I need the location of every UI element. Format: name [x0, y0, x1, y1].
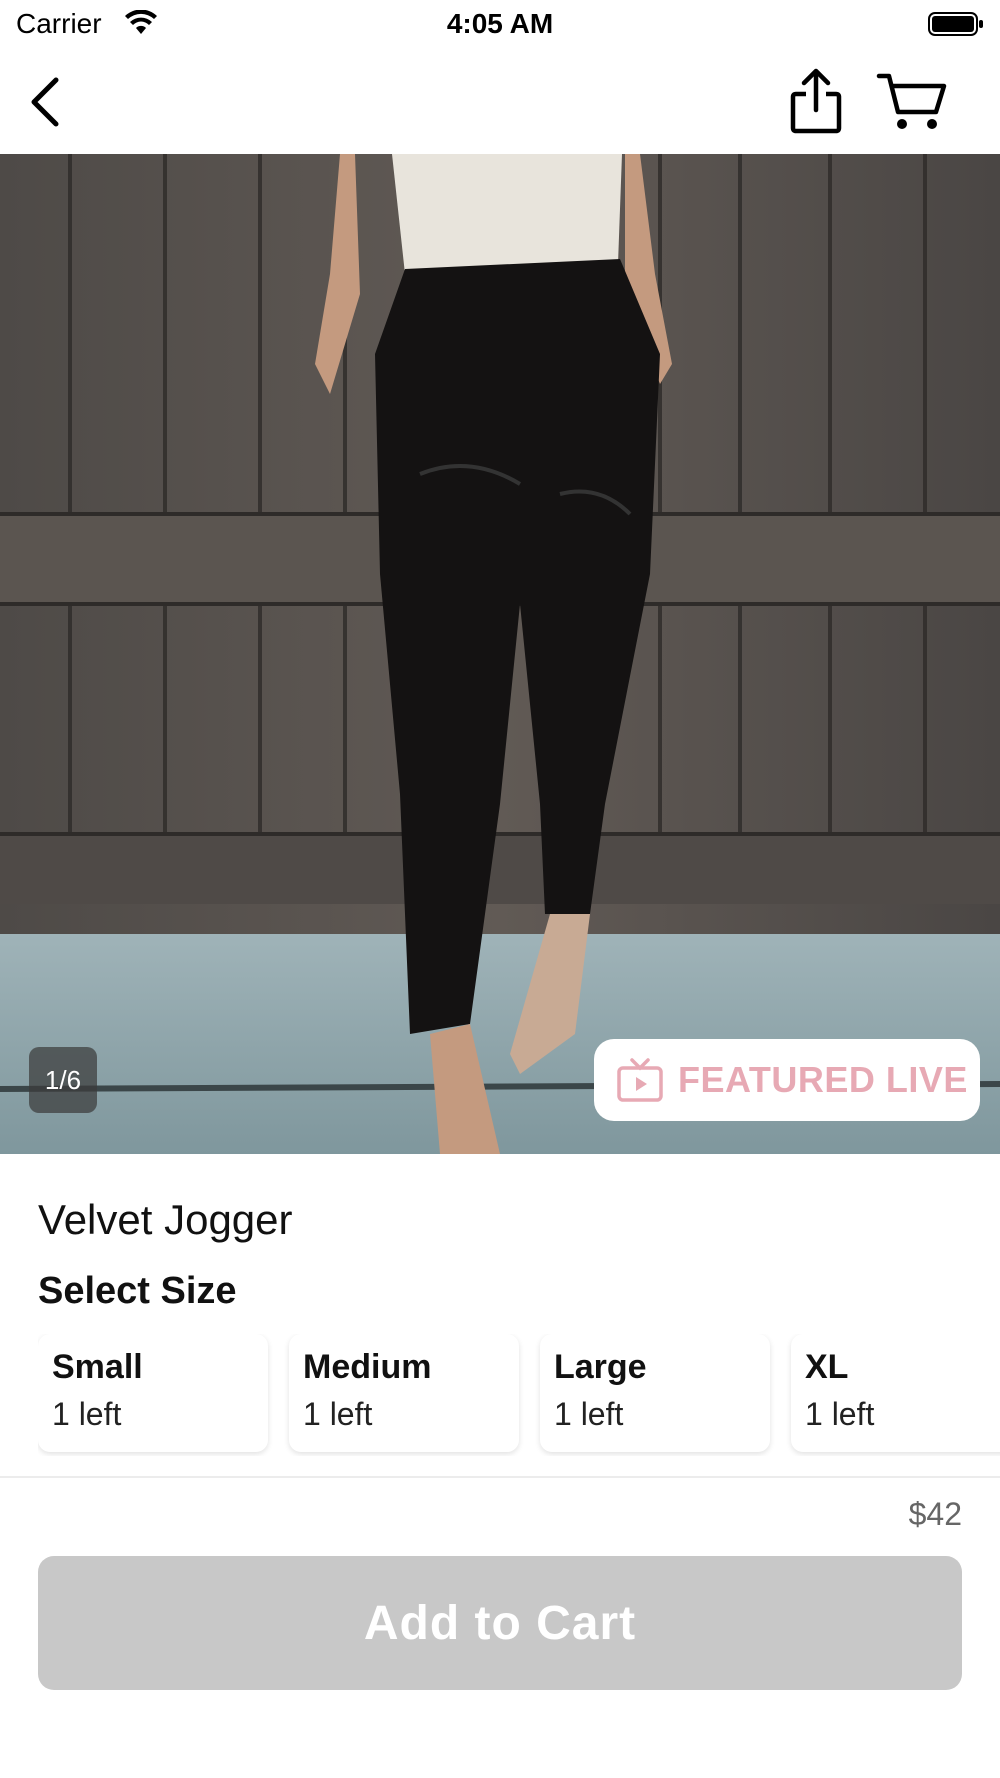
- share-icon: [790, 68, 842, 134]
- share-button[interactable]: [786, 66, 846, 136]
- size-name: XL: [805, 1348, 849, 1386]
- tv-play-icon: [617, 1058, 663, 1102]
- image-counter: 1/6: [29, 1047, 97, 1113]
- product-price: $42: [908, 1496, 962, 1532]
- size-option-small[interactable]: Small 1 left: [38, 1334, 268, 1452]
- product-image[interactable]: [0, 154, 1000, 1154]
- nav-bar: [0, 50, 1000, 154]
- featured-live-label: FEATURED LIVE: [678, 1059, 968, 1100]
- back-button[interactable]: [20, 64, 70, 134]
- cart-button[interactable]: [876, 70, 948, 134]
- add-to-cart-button[interactable]: Add to Cart: [38, 1556, 962, 1690]
- status-time: 4:05 AM: [446, 8, 554, 39]
- size-stock: 1 left: [52, 1396, 122, 1432]
- size-name: Small: [52, 1348, 143, 1386]
- featured-live-badge[interactable]: FEATURED LIVE: [594, 1039, 980, 1121]
- battery-icon: [928, 12, 983, 36]
- size-options: Small 1 left Medium 1 left Large 1 left …: [38, 1334, 1000, 1456]
- size-stock: 1 left: [303, 1396, 373, 1432]
- size-name: Large: [554, 1348, 647, 1386]
- size-stock: 1 left: [805, 1396, 875, 1432]
- size-option-medium[interactable]: Medium 1 left: [289, 1334, 519, 1452]
- size-option-large[interactable]: Large 1 left: [540, 1334, 770, 1452]
- status-bar: Carrier 4:05 AM: [0, 0, 1000, 50]
- size-name: Medium: [303, 1348, 432, 1386]
- size-option-xl[interactable]: XL 1 left: [791, 1334, 1000, 1452]
- select-size-label: Select Size: [38, 1270, 237, 1312]
- size-stock: 1 left: [554, 1396, 624, 1432]
- chevron-left-icon: [31, 77, 59, 127]
- product-title: Velvet Jogger: [38, 1196, 293, 1243]
- cart-icon: [876, 73, 947, 129]
- product-photo: [0, 154, 1000, 1154]
- divider: [0, 1476, 1000, 1478]
